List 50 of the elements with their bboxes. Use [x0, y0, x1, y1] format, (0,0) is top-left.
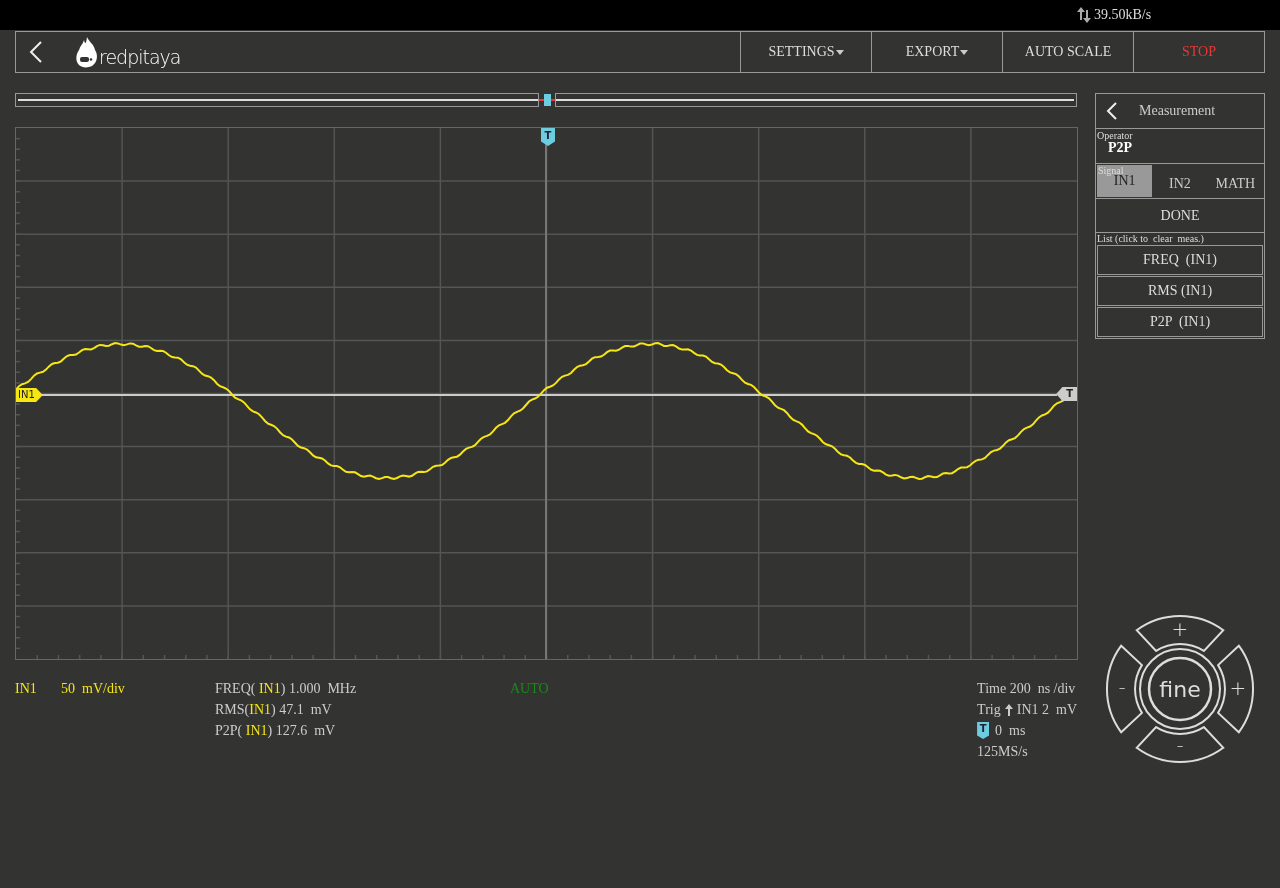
- trigger-offset: 0 ms: [995, 722, 1026, 740]
- time-scale: Time 200 ns /div: [977, 680, 1077, 698]
- channel-scale: 50 mV/div: [61, 680, 126, 698]
- trigger-label: Trig: [977, 701, 1001, 719]
- toolbar-button[interactable]: EXPORT: [871, 32, 1002, 72]
- toolbar-button[interactable]: SETTINGS: [740, 32, 871, 72]
- panel-title: Measurement: [1139, 103, 1216, 119]
- measurement-list-item[interactable]: FREQ (IN1): [1097, 245, 1263, 275]
- back-icon[interactable]: [29, 40, 43, 64]
- trigger-level-marker[interactable]: T: [1056, 387, 1077, 401]
- measurement-reading: RMS(IN1) 47.1 mV: [215, 701, 333, 719]
- logo-text: redpitaya: [99, 46, 181, 68]
- fine-label: fine: [1159, 677, 1201, 702]
- rising-edge-icon: [1004, 703, 1013, 716]
- channel-offset-marker[interactable]: IN1: [16, 388, 43, 402]
- caret-icon: [835, 49, 844, 55]
- operator-value[interactable]: P2P: [1108, 141, 1133, 155]
- channel-label: IN1: [15, 680, 38, 698]
- measurement-list-item[interactable]: RMS (IN1): [1097, 276, 1263, 306]
- signal-option[interactable]: MATH: [1207, 165, 1263, 197]
- fine-button[interactable]: [1147, 656, 1213, 722]
- knob-right-label: +: [1229, 676, 1247, 700]
- trigger-value: IN1 2 mV: [1016, 701, 1077, 719]
- signal-option[interactable]: IN2: [1152, 165, 1208, 197]
- signal-label: Signal: [1098, 166, 1124, 176]
- knob-bottom-label: -: [1176, 733, 1184, 757]
- operator-label: Operator: [1097, 131, 1133, 141]
- knob-top-label: +: [1171, 617, 1189, 641]
- measurement-list-item[interactable]: P2P (IN1): [1097, 307, 1263, 337]
- knob-left-label: -: [1118, 675, 1126, 699]
- measurement-reading: FREQ( IN1) 1.000 MHz: [215, 680, 358, 698]
- knob-up-segment[interactable]: [1135, 614, 1225, 652]
- transfer-rate: 39.50kB/s: [1094, 7, 1152, 23]
- back-icon[interactable]: [1106, 102, 1117, 120]
- measurement-reading: P2P( IN1) 127.6 mV: [215, 722, 337, 740]
- knob-right-segment[interactable]: [1217, 644, 1255, 734]
- slider-thumb[interactable]: [538, 93, 556, 107]
- sample-rate: 125MS/s: [977, 743, 1029, 761]
- knob-left-segment[interactable]: [1105, 644, 1143, 734]
- buffer-slider[interactable]: [15, 93, 1077, 107]
- done-button[interactable]: DONE: [1096, 199, 1264, 233]
- flame-logo-icon: [75, 36, 99, 68]
- transfer-arrows-icon: [1077, 6, 1091, 24]
- trigger-offset-marker: T: [977, 722, 990, 739]
- knob-down-segment[interactable]: [1135, 726, 1225, 764]
- toolbar-button[interactable]: AUTO SCALE: [1002, 32, 1133, 72]
- caret-icon: [960, 49, 969, 55]
- list-label: List (click to clear meas.): [1097, 234, 1205, 244]
- trigger-mode: AUTO: [510, 680, 550, 698]
- trigger-time-marker[interactable]: T: [541, 128, 555, 146]
